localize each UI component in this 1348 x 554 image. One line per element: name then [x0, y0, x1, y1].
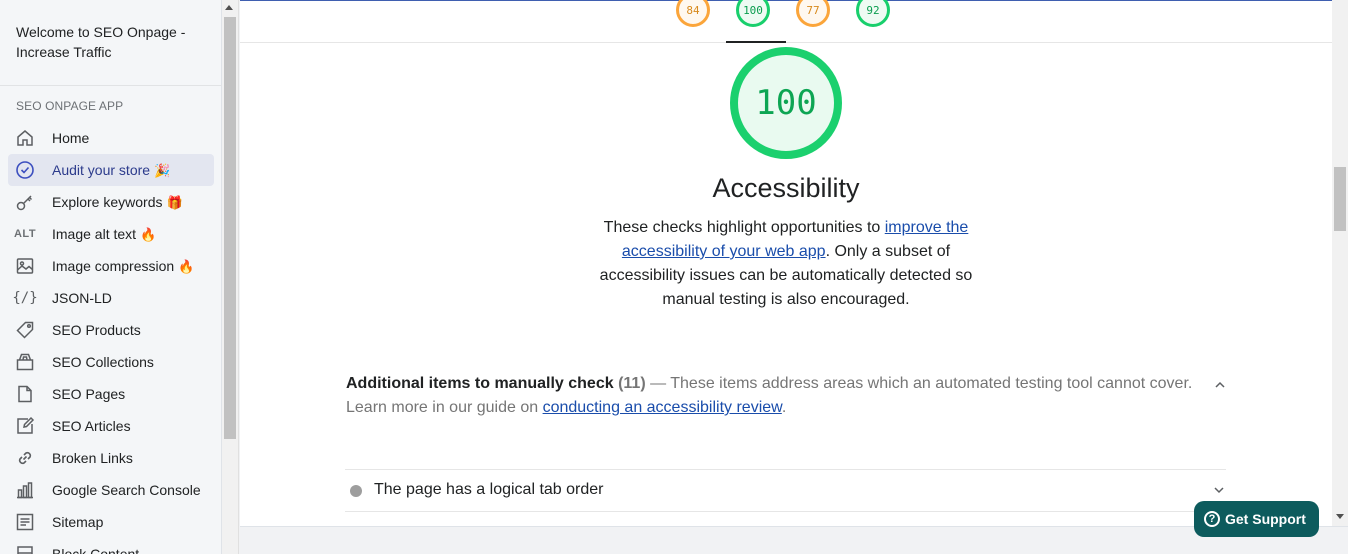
- check-circle-icon: [14, 159, 36, 181]
- score-tabs: 84 100 77 92: [676, 0, 906, 43]
- collections-icon: [14, 351, 36, 373]
- score-tab-gauge[interactable]: 84: [676, 0, 710, 27]
- sidebar-item-label: Broken Links: [52, 450, 133, 466]
- manual-checks-title: Additional items to manually check: [346, 375, 614, 392]
- app-title: Welcome to SEO Onpage - Increase Traffic: [16, 24, 186, 60]
- edit-icon: [14, 415, 36, 437]
- sidebar-item-seo-pages[interactable]: SEO Pages: [8, 378, 214, 410]
- party-emoji-icon: 🎉: [154, 163, 171, 178]
- tag-icon: [14, 319, 36, 341]
- sidebar-item-label: Sitemap: [52, 514, 104, 530]
- main-scrollbar[interactable]: [1332, 0, 1348, 526]
- manual-checks-count: (11): [618, 375, 646, 392]
- chevron-up-icon[interactable]: [1214, 379, 1226, 391]
- report-panel: 84 100 77 92 100 Accessibility These che…: [240, 0, 1332, 526]
- sidebar-item-alt-text[interactable]: ALT Image alt text 🔥: [8, 218, 214, 250]
- score-tab-gauge[interactable]: 92: [856, 0, 890, 27]
- sidebar-item-label: Google Search Console: [52, 482, 201, 498]
- sidebar-item-sitemap[interactable]: Sitemap: [8, 506, 214, 538]
- sidebar-item-json-ld[interactable]: {/} JSON-LD: [8, 282, 214, 314]
- tab-divider: [240, 42, 1332, 43]
- list-icon: [14, 511, 36, 533]
- page-icon: [14, 383, 36, 405]
- sidebar-item-seo-products[interactable]: SEO Products: [8, 314, 214, 346]
- code-braces-icon: {/}: [12, 290, 38, 306]
- sidebar-item-block-content[interactable]: Block Content: [8, 538, 214, 554]
- sidebar-item-seo-collections[interactable]: SEO Collections: [8, 346, 214, 378]
- get-support-button[interactable]: ? Get Support: [1194, 501, 1319, 537]
- analytics-icon: [14, 479, 36, 501]
- sidebar-item-image-compression[interactable]: Image compression 🔥: [8, 250, 214, 282]
- home-icon: [14, 127, 36, 149]
- audit-item[interactable]: The page has a logical tab order: [345, 470, 1226, 512]
- help-icon: ?: [1204, 511, 1220, 527]
- image-icon: [14, 255, 36, 277]
- chevron-down-icon[interactable]: [1213, 484, 1225, 496]
- manual-checks-header[interactable]: Additional items to manually check (11) …: [346, 372, 1216, 420]
- sidebar-item-label: Home: [52, 130, 90, 146]
- scroll-down-arrow-icon[interactable]: [1336, 514, 1344, 519]
- sidebar-item-keywords[interactable]: Explore keywords 🎁: [8, 186, 214, 218]
- sidebar-item-label: Audit your store 🎉: [52, 162, 171, 178]
- accessibility-review-link[interactable]: conducting an accessibility review: [543, 399, 782, 416]
- sidebar: Welcome to SEO Onpage - Increase Traffic…: [0, 0, 222, 554]
- sidebar-divider: [0, 85, 222, 86]
- score-tab-gauge[interactable]: 77: [796, 0, 830, 27]
- section-label: SEO ONPAGE APP: [16, 99, 124, 113]
- category-score-gauge: 100: [730, 47, 842, 159]
- sidebar-item-label: SEO Pages: [52, 386, 126, 402]
- manual-status-dot: [350, 485, 362, 497]
- block-icon: [14, 543, 36, 554]
- sidebar-item-label: Image alt text 🔥: [52, 226, 157, 242]
- fire-emoji-icon: 🔥: [178, 259, 195, 274]
- sidebar-scrollbar-thumb[interactable]: [224, 17, 236, 439]
- scroll-up-arrow-icon[interactable]: [225, 5, 233, 10]
- get-support-label: Get Support: [1225, 511, 1306, 527]
- sidebar-item-label: Block Content: [52, 546, 140, 554]
- audit-title: The page has a logical tab order: [374, 481, 604, 498]
- page-footer-area: [240, 526, 1348, 554]
- sidebar-item-label: SEO Collections: [52, 354, 154, 370]
- score-tab-gauge[interactable]: 100: [736, 0, 770, 27]
- sidebar-item-label: JSON-LD: [52, 290, 112, 306]
- sidebar-item-label: Explore keywords 🎁: [52, 194, 183, 210]
- fire-emoji-icon: 🔥: [140, 227, 157, 242]
- sidebar-item-home[interactable]: Home: [8, 122, 214, 154]
- category-description: These checks highlight opportunities to …: [599, 219, 973, 308]
- category-title: Accessibility: [712, 173, 860, 203]
- sidebar-item-audit[interactable]: Audit your store 🎉: [8, 154, 214, 186]
- divider: [345, 511, 1226, 512]
- active-tab-indicator: [726, 41, 786, 43]
- sidebar-item-seo-articles[interactable]: SEO Articles: [8, 410, 214, 442]
- app-window: Welcome to SEO Onpage - Increase Traffic…: [0, 0, 1348, 554]
- sidebar-item-label: SEO Articles: [52, 418, 131, 434]
- alt-icon: ALT: [13, 228, 37, 240]
- link-icon: [14, 447, 36, 469]
- key-icon: [14, 191, 36, 213]
- main-scrollbar-thumb[interactable]: [1334, 167, 1346, 231]
- sidebar-item-google-search-console[interactable]: Google Search Console: [8, 474, 214, 506]
- sidebar-nav: Home Audit your store 🎉 Explore keywords 🎁…: [8, 122, 214, 554]
- sidebar-item-label: Image compression 🔥: [52, 258, 195, 274]
- gift-emoji-icon: 🎁: [166, 195, 183, 210]
- sidebar-item-broken-links[interactable]: Broken Links: [8, 442, 214, 474]
- sidebar-item-label: SEO Products: [52, 322, 141, 338]
